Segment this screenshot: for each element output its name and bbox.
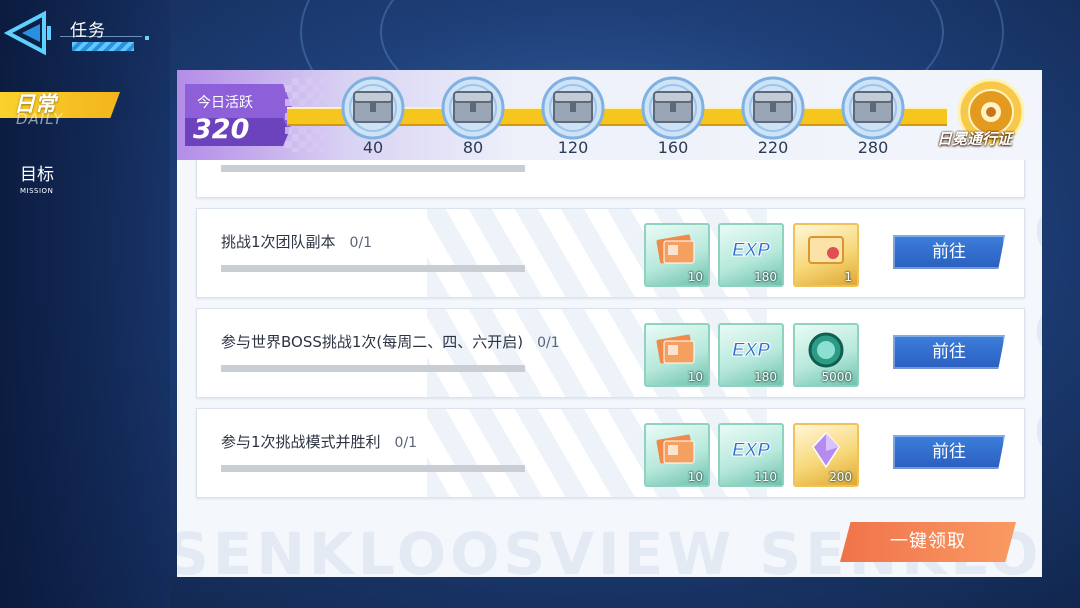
- exp-icon: EXP: [731, 440, 770, 462]
- task-title: 参与1次挑战模式并胜利: [221, 433, 381, 451]
- reward-chest-button[interactable]: [840, 76, 906, 140]
- go-button[interactable]: 前往: [893, 335, 1005, 369]
- back-button[interactable]: [3, 10, 56, 56]
- reward-chest-button[interactable]: [440, 76, 506, 140]
- task-progress-bar: [221, 165, 525, 172]
- reward-chest-button[interactable]: [540, 76, 606, 140]
- ticket-icon: [656, 434, 695, 464]
- reward-chest-button[interactable]: [740, 76, 806, 140]
- task-progress-bar: [221, 465, 525, 472]
- reward-item[interactable]: EXP 180: [718, 323, 784, 387]
- go-button[interactable]: 前往: [893, 435, 1005, 469]
- reward-item[interactable]: EXP 110: [718, 423, 784, 487]
- task-description: 参与世界BOSS挑战1次(每周二、四、六开启) 0/1: [221, 331, 560, 352]
- nav-tab-mission[interactable]: 目标 MISSION: [20, 160, 54, 195]
- chest-icon: [541, 76, 605, 140]
- chest-icon: [341, 76, 405, 140]
- nav-tab-daily[interactable]: 日常 DAILY: [0, 88, 135, 128]
- exp-icon: EXP: [731, 240, 770, 262]
- reward-item[interactable]: 10: [644, 223, 710, 287]
- reward-quantity: 5000: [821, 370, 852, 384]
- sun-pass-label: 日冕通行证: [937, 130, 1013, 148]
- reward-item[interactable]: EXP 180: [718, 223, 784, 287]
- milestone-value: 280: [857, 138, 889, 157]
- svg-text:EXP: EXP: [732, 240, 770, 261]
- task-panel: MISSION MISSION MISSION SENKLOOSVIEW SEN…: [177, 70, 1042, 577]
- milestone-value: 220: [757, 138, 789, 157]
- chest-icon: [741, 76, 805, 140]
- task-progress-count: 0/1: [394, 435, 418, 451]
- activity-label: 今日活跃: [197, 95, 253, 111]
- ticket-icon: [656, 334, 695, 364]
- reward-item[interactable]: 5000: [793, 323, 859, 387]
- claim-all-button[interactable]: 一键领取: [840, 522, 1016, 562]
- task-progress-bar: [221, 365, 525, 372]
- page-title: 任务: [70, 21, 106, 41]
- milestone-value: 160: [657, 138, 689, 157]
- chest-icon: [641, 76, 705, 140]
- activity-value: 320: [193, 114, 250, 145]
- milestone-value: 120: [557, 138, 589, 157]
- reward-quantity: 10: [687, 370, 703, 384]
- reward-item[interactable]: 1: [793, 223, 859, 287]
- svg-text:EXP: EXP: [732, 440, 770, 461]
- milestone-value: 80: [462, 138, 484, 157]
- nav-tab-daily-subtitle: DAILY: [16, 110, 64, 128]
- crystal-icon: [812, 431, 840, 469]
- chest-icon: [841, 76, 905, 140]
- task-progress-count: 0/1: [349, 235, 373, 251]
- title-dot: [145, 36, 149, 40]
- reward-quantity: 200: [829, 470, 852, 484]
- reward-quantity: 10: [687, 270, 703, 284]
- coin-icon: [808, 332, 844, 368]
- task-row: 参与1次挑战模式并胜利 0/1 10 EXP 110 200 前往: [196, 408, 1025, 498]
- reward-quantity: 1: [844, 270, 852, 284]
- task-progress-bar: [221, 265, 525, 272]
- nav-tab-mission-subtitle: MISSION: [20, 187, 54, 195]
- svg-text:EXP: EXP: [732, 340, 770, 361]
- daily-activity-bar: 今日活跃 320 40 80 120 160 220 280 日冕通行证: [177, 70, 1042, 160]
- reward-quantity: 180: [754, 370, 777, 384]
- reward-chest-button[interactable]: [340, 76, 406, 140]
- reward-chest-button[interactable]: [640, 76, 706, 140]
- chest-icon: [441, 76, 505, 140]
- task-description: 参与1次挑战模式并胜利 0/1: [221, 431, 417, 452]
- reward-item[interactable]: 10: [644, 423, 710, 487]
- reward-item[interactable]: 10: [644, 323, 710, 387]
- task-description: 挑战1次团队副本 0/1: [221, 231, 372, 252]
- go-button[interactable]: 前往: [893, 235, 1005, 269]
- row-decoration: [427, 209, 767, 297]
- title-stripe-bar: [72, 42, 134, 51]
- exp-icon: EXP: [731, 340, 770, 362]
- row-decoration: [427, 309, 767, 397]
- task-title: 参与世界BOSS挑战1次(每周二、四、六开启): [221, 333, 524, 351]
- gold-ticket-icon: [808, 236, 844, 264]
- task-title: 挑战1次团队副本: [221, 233, 336, 251]
- nav-tab-mission-label: 目标: [20, 165, 54, 185]
- row-decoration: [427, 409, 767, 497]
- task-progress-count: 0/1: [537, 335, 560, 351]
- reward-quantity: 10: [687, 470, 703, 484]
- reward-quantity: 180: [754, 270, 777, 284]
- task-row: 挑战1次团队副本 0/1 10 EXP 180 1 前往: [196, 208, 1025, 298]
- back-arrow-icon: [3, 10, 51, 56]
- ticket-icon: [656, 234, 695, 264]
- reward-item[interactable]: 200: [793, 423, 859, 487]
- reward-quantity: 110: [754, 470, 777, 484]
- milestone-value: 40: [362, 138, 384, 157]
- task-row: 参与世界BOSS挑战1次(每周二、四、六开启) 0/1 10 EXP 180 5000 前往: [196, 308, 1025, 398]
